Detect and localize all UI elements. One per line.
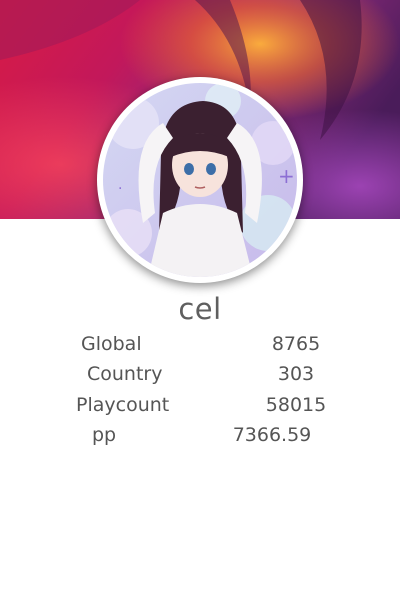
svg-text:+: + xyxy=(278,164,295,188)
stat-global-value: 8765 xyxy=(271,333,321,355)
svg-text:·: · xyxy=(118,181,122,197)
stat-global-label: Global xyxy=(81,333,142,355)
stat-playcount-value: 58015 xyxy=(265,394,327,416)
stat-country-label: Country xyxy=(87,363,163,385)
username: cel xyxy=(178,292,222,326)
stat-country-value: 303 xyxy=(277,363,315,385)
avatar[interactable]: + · xyxy=(103,83,297,277)
stat-pp-value: 7366.59 xyxy=(232,424,312,446)
stat-playcount-label: Playcount xyxy=(76,394,170,416)
stat-pp-label: pp xyxy=(92,424,117,446)
